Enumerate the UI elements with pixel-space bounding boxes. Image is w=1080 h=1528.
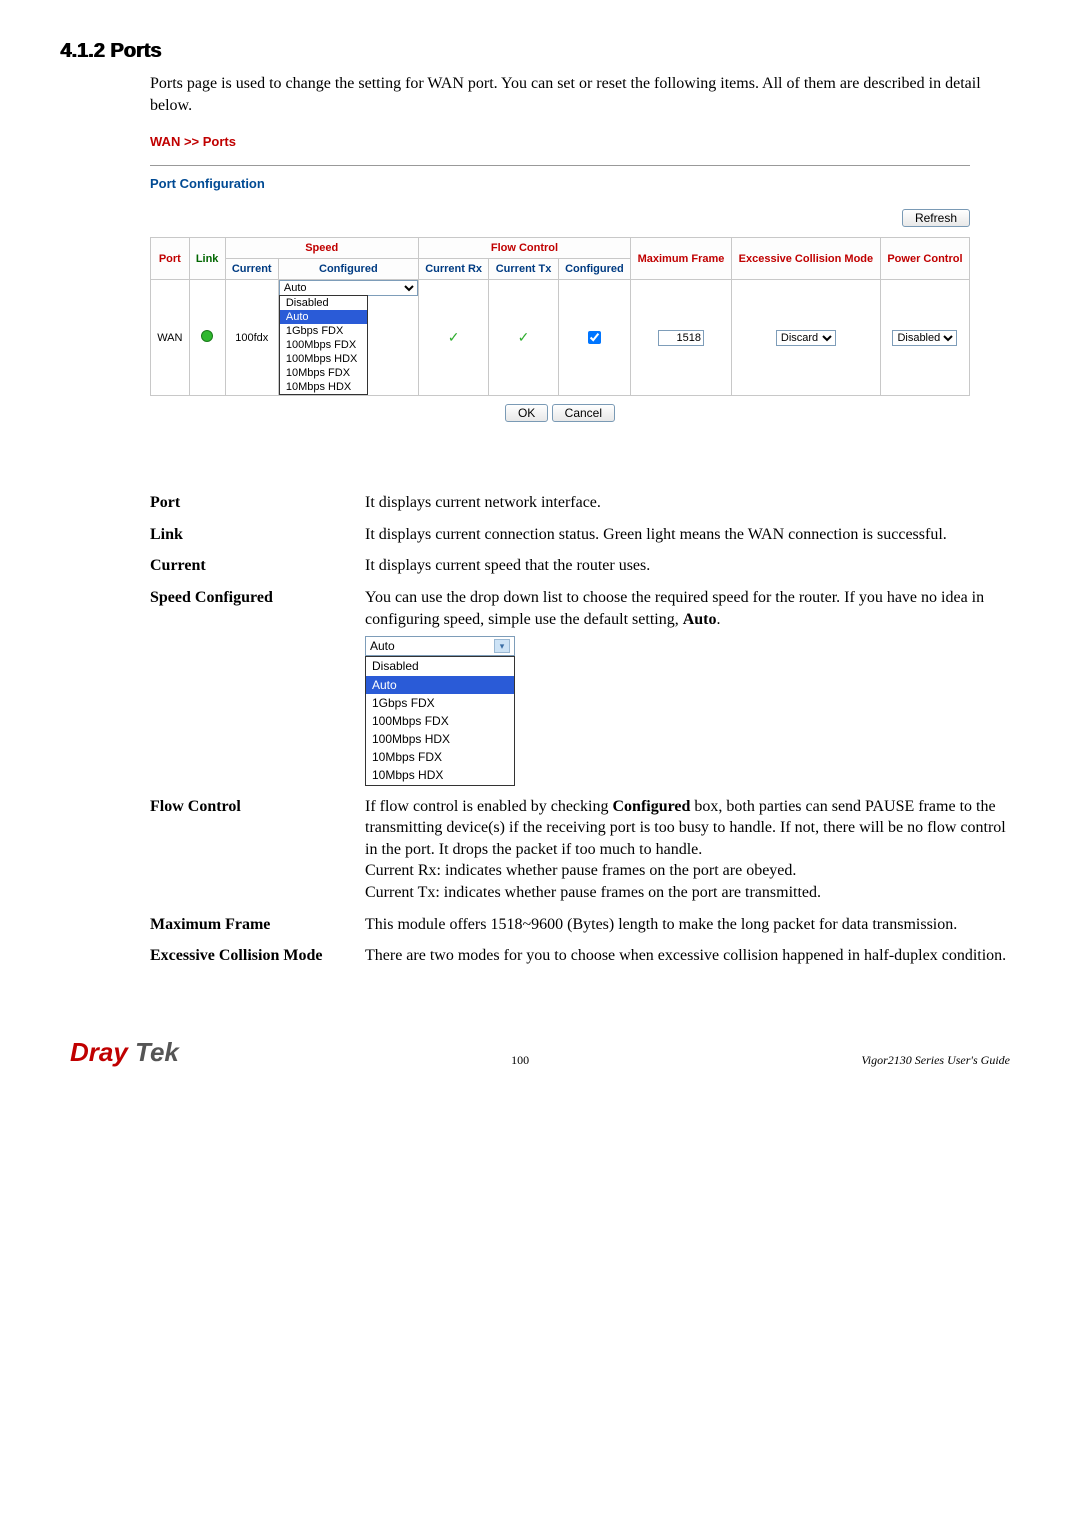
speed-example-dropdown: Auto ▾ Disabled Auto 1Gbps FDX 100Mbps F…: [365, 636, 1020, 786]
maxframe-input[interactable]: [658, 330, 704, 346]
flow-configured-checkbox[interactable]: [588, 331, 601, 344]
cell-flow-configured: [558, 280, 630, 396]
speed-example-option[interactable]: 10Mbps FDX: [366, 748, 514, 766]
speed-example-list[interactable]: Disabled Auto 1Gbps FDX 100Mbps FDX 100M…: [365, 656, 515, 785]
def-term-link: Link: [150, 524, 365, 546]
def-body-current: It displays current speed that the route…: [365, 555, 1020, 577]
logo: Dray Tek: [70, 1037, 179, 1068]
speed-dropdown-list[interactable]: Disabled Auto 1Gbps FDX 100Mbps FDX 100M…: [279, 295, 369, 395]
th-link: Link: [189, 238, 225, 280]
def-body-port: It displays current network interface.: [365, 492, 1020, 514]
speed-example-option[interactable]: 1Gbps FDX: [366, 694, 514, 712]
cell-link: [189, 280, 225, 396]
cancel-button[interactable]: Cancel: [552, 404, 615, 422]
def-term-maxframe: Maximum Frame: [150, 914, 365, 936]
speed-option[interactable]: 1Gbps FDX: [280, 324, 368, 338]
speed-option[interactable]: 10Mbps HDX: [280, 380, 368, 394]
speed-option[interactable]: 100Mbps HDX: [280, 352, 368, 366]
th-maxframe: Maximum Frame: [631, 238, 732, 280]
def-body-flow: If flow control is enabled by checking C…: [365, 796, 1020, 904]
def-body-speedcfg: You can use the drop down list to choose…: [365, 587, 1020, 786]
cell-flow-rx: ✓: [418, 280, 489, 396]
cell-maxframe: [631, 280, 732, 396]
guide-title: Vigor2130 Series User's Guide: [861, 1053, 1010, 1068]
def-term-speedcfg: Speed Configured: [150, 587, 365, 786]
th-flow-crx: Current Rx: [418, 259, 489, 280]
definitions: Port It displays current network interfa…: [150, 492, 1020, 967]
def-body-maxframe: This module offers 1518~9600 (Bytes) len…: [365, 914, 1020, 936]
port-config-table: Port Link Speed Flow Control Maximum Fra…: [150, 237, 970, 396]
cell-speed-configured: Auto Disabled Auto 1Gbps FDX 100Mbps FDX…: [278, 280, 418, 396]
def-term-ecm: Excessive Collision Mode: [150, 945, 365, 967]
th-flow-configured: Configured: [558, 259, 630, 280]
link-status-icon: [201, 330, 213, 342]
speed-option[interactable]: Disabled: [280, 296, 368, 310]
chevron-down-icon: ▾: [494, 639, 510, 653]
section-heading: 4.1.2 Ports: [60, 40, 1020, 63]
th-flow-ctx: Current Tx: [489, 259, 558, 280]
page-footer: Dray Tek 100 Vigor2130 Series User's Gui…: [60, 1037, 1020, 1068]
page-number: 100: [511, 1053, 529, 1068]
th-port: Port: [151, 238, 190, 280]
th-power: Power Control: [880, 238, 969, 280]
def-term-flow: Flow Control: [150, 796, 365, 904]
power-select[interactable]: Disabled: [892, 330, 957, 346]
cell-flow-tx: ✓: [489, 280, 558, 396]
speed-option[interactable]: 10Mbps FDX: [280, 366, 368, 380]
th-speed-configured: Configured: [278, 259, 418, 280]
section-number: 4.1.2: [60, 40, 104, 62]
speed-example-select[interactable]: Auto ▾: [365, 636, 515, 656]
check-icon: ✓: [518, 329, 530, 345]
table-row: WAN 100fdx Auto Disabled Auto 1Gbps FDX …: [151, 280, 970, 396]
speed-example-option[interactable]: 10Mbps HDX: [366, 766, 514, 784]
speed-select[interactable]: Auto: [279, 280, 418, 296]
speed-example-option[interactable]: 100Mbps HDX: [366, 730, 514, 748]
panel-title: Port Configuration: [150, 176, 970, 191]
speed-option[interactable]: Auto: [280, 310, 368, 324]
intro-paragraph: Ports page is used to change the setting…: [150, 73, 1020, 116]
th-speed: Speed: [225, 238, 418, 259]
def-term-port: Port: [150, 492, 365, 514]
ports-screenshot: WAN >> Ports Port Configuration Refresh …: [150, 134, 970, 422]
cell-power: Disabled: [880, 280, 969, 396]
check-icon: ✓: [448, 329, 460, 345]
th-flow: Flow Control: [418, 238, 630, 259]
breadcrumb: WAN >> Ports: [150, 134, 970, 153]
section-title: Ports: [110, 40, 161, 62]
speed-example-option[interactable]: Disabled: [366, 657, 514, 675]
ecm-select[interactable]: Discard: [776, 330, 836, 346]
def-term-current: Current: [150, 555, 365, 577]
th-speed-current: Current: [225, 259, 278, 280]
cell-port: WAN: [151, 280, 190, 396]
refresh-button[interactable]: Refresh: [902, 209, 970, 227]
cell-ecm: Discard: [731, 280, 880, 396]
def-body-ecm: There are two modes for you to choose wh…: [365, 945, 1020, 967]
ok-button[interactable]: OK: [505, 404, 548, 422]
speed-example-option[interactable]: Auto: [366, 676, 514, 694]
th-ecm: Excessive Collision Mode: [731, 238, 880, 280]
cell-speed-current: 100fdx: [225, 280, 278, 396]
def-body-link: It displays current connection status. G…: [365, 524, 1020, 546]
speed-option[interactable]: 100Mbps FDX: [280, 338, 368, 352]
speed-example-option[interactable]: 100Mbps FDX: [366, 712, 514, 730]
